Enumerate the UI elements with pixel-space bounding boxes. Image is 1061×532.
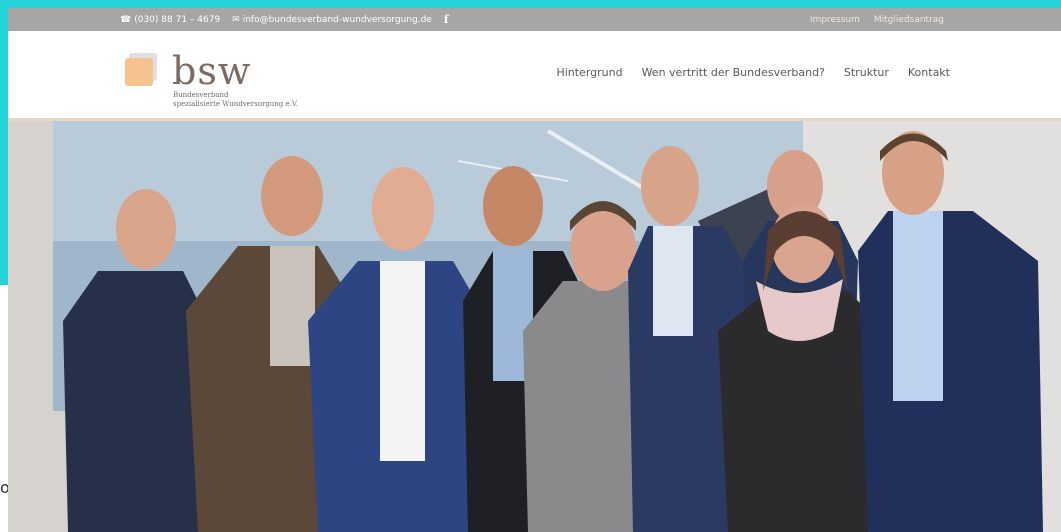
email-icon: ✉ (232, 14, 240, 25)
main-nav: Hintergrund Wen vertritt der Bundesverba… (556, 66, 950, 79)
logo-brand-text: bsw (172, 49, 252, 93)
top-links: Impressum Mitgliedsantrag (810, 8, 944, 31)
site-header: bsw Bundesverband spezialisierte Wundver… (8, 31, 1061, 121)
phone-link[interactable]: ☎ (030) 88 71 – 4679 (120, 15, 220, 25)
nav-item-kontakt[interactable]: Kontakt (908, 66, 950, 79)
nav-item-wen-vertritt[interactable]: Wen vertritt der Bundesverband? (642, 66, 825, 79)
nav-item-struktur[interactable]: Struktur (844, 66, 889, 79)
logo-subtitle-line2: spezialisierte Wundversorgung e.V. (173, 100, 298, 108)
impressum-link[interactable]: Impressum (810, 15, 860, 25)
contact-info: ☎ (030) 88 71 – 4679 ✉ info@bundesverban… (120, 8, 449, 31)
email-link[interactable]: ✉ info@bundesverband-wundversorgung.de (232, 15, 432, 25)
mitgliedsantrag-link[interactable]: Mitgliedsantrag (874, 15, 944, 25)
facebook-icon[interactable]: f (444, 13, 449, 26)
teal-frame (0, 0, 1061, 8)
phone-number: (030) 88 71 – 4679 (134, 14, 221, 25)
group-photo-illustration (8, 121, 1061, 532)
hero-group-photo (8, 121, 1061, 532)
top-bar: ☎ (030) 88 71 – 4679 ✉ info@bundesverban… (8, 8, 1061, 31)
email-address: info@bundesverband-wundversorgung.de (242, 14, 432, 25)
nav-item-hintergrund[interactable]: Hintergrund (556, 66, 622, 79)
logo-subtitle-line1: Bundesverband (173, 91, 229, 99)
logo-subtitle: Bundesverband spezialisierte Wundversorg… (173, 91, 298, 109)
logo-square-orange (125, 58, 153, 86)
site-logo[interactable]: bsw Bundesverband spezialisierte Wundver… (125, 49, 305, 113)
phone-icon: ☎ (120, 14, 132, 25)
page: ☎ (030) 88 71 – 4679 ✉ info@bundesverban… (8, 8, 1061, 532)
